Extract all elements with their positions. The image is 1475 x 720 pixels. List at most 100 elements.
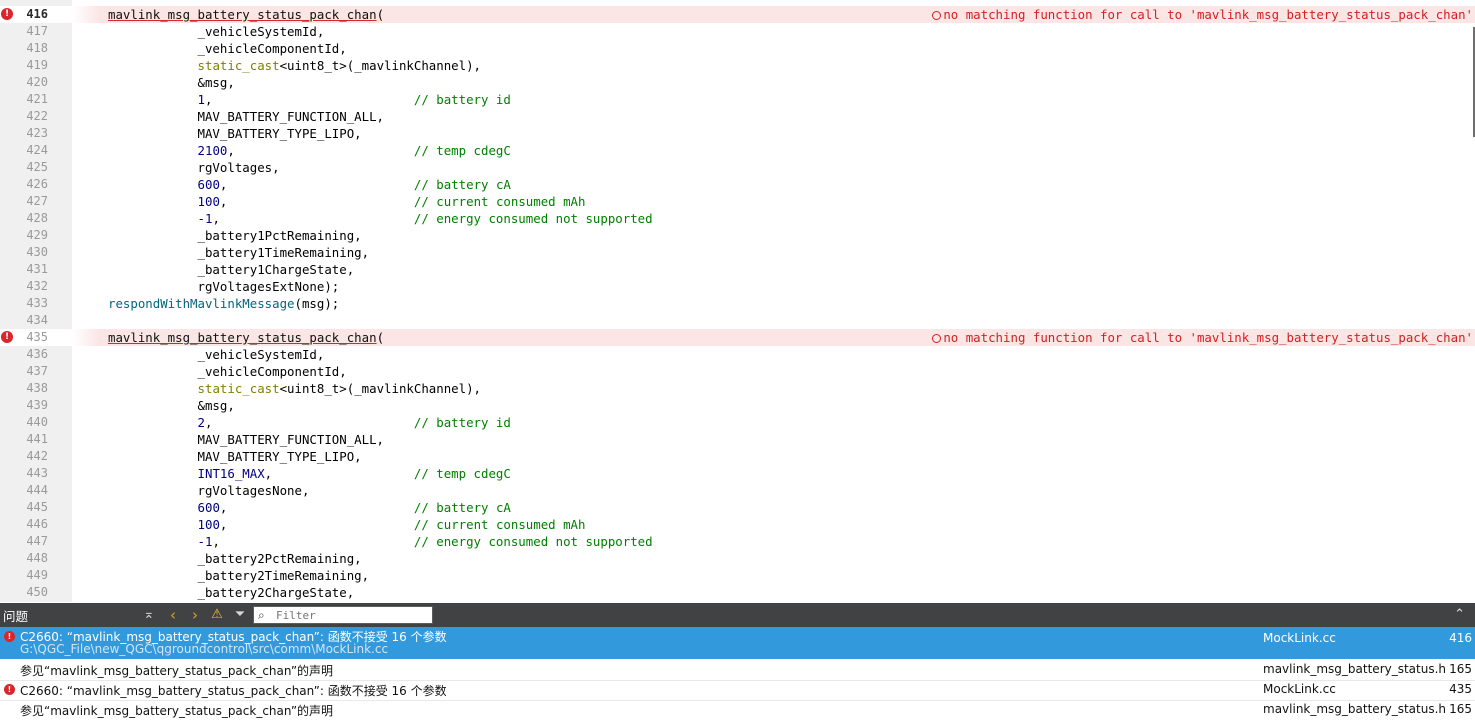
code-line[interactable]: 432 rgVoltagesExtNone); (0, 278, 1475, 295)
code-text[interactable]: 600, // battery cA (108, 176, 511, 193)
code-line[interactable]: 428 -1, // energy consumed not supported (0, 210, 1475, 227)
code-text[interactable]: _battery2ChargeState, (108, 584, 355, 601)
code-text[interactable]: static_cast<uint8_t>(_mavlinkChannel), (108, 57, 481, 74)
code-token: // current consumed mAh (413, 517, 586, 532)
warning-icon[interactable]: ⚠ (208, 606, 226, 624)
code-line[interactable]: 431 _battery1ChargeState, (0, 261, 1475, 278)
code-text[interactable]: &msg, (108, 397, 235, 414)
code-line[interactable]: 446 100, // current consumed mAh (0, 516, 1475, 533)
code-text[interactable]: respondWithMavlinkMessage(msg); (108, 295, 339, 312)
code-text[interactable]: _battery1PctRemaining, (108, 227, 362, 244)
code-line[interactable]: 444 rgVoltagesNone, (0, 482, 1475, 499)
code-text[interactable]: -1, // energy consumed not supported (108, 533, 653, 550)
code-text[interactable]: mavlink_msg_battery_status_pack_chan( (108, 329, 384, 346)
code-line[interactable]: 433 respondWithMavlinkMessage(msg); (0, 295, 1475, 312)
code-line[interactable]: ! 416 mavlink_msg_battery_status_pack_chan… (0, 6, 1475, 23)
code-token: static_cast (197, 381, 280, 396)
code-text[interactable]: 600, // battery cA (108, 499, 511, 516)
code-line[interactable]: 447 -1, // energy consumed not supported (0, 533, 1475, 550)
code-line[interactable]: 420 &msg, (0, 74, 1475, 91)
code-text[interactable]: _battery2PctRemaining, (108, 550, 362, 567)
code-text[interactable]: mavlink_msg_battery_status_pack_chan( (108, 6, 384, 23)
code-line[interactable]: 445 600, // battery cA (0, 499, 1475, 516)
code-text[interactable]: 100, // current consumed mAh (108, 193, 586, 210)
code-line[interactable]: 425 rgVoltages, (0, 159, 1475, 176)
code-text[interactable]: 2100, // temp cdegC (108, 142, 511, 159)
code-text[interactable]: _battery1TimeRemaining, (108, 244, 370, 261)
code-line[interactable]: 427 100, // current consumed mAh (0, 193, 1475, 210)
code-text[interactable]: 2, // battery id (108, 414, 511, 431)
code-line[interactable]: 437 _vehicleComponentId, (0, 363, 1475, 380)
code-line[interactable]: 424 2100, // temp cdegC (0, 142, 1475, 159)
code-line[interactable]: 418 _vehicleComponentId, (0, 40, 1475, 57)
line-number: 431 (26, 262, 48, 276)
issue-message: C2660: “mavlink_msg_battery_status_pack_… (20, 684, 447, 698)
code-text[interactable]: static_cast<uint8_t>(_mavlinkChannel), (108, 380, 481, 397)
code-line[interactable]: 439 &msg, (0, 397, 1475, 414)
code-line[interactable]: ! 435 mavlink_msg_battery_status_pack_chan… (0, 329, 1475, 346)
code-line[interactable]: 440 2, // battery id (0, 414, 1475, 431)
clean-icon[interactable]: ⌅ (140, 606, 158, 624)
code-line[interactable]: 430 _battery1TimeRemaining, (0, 244, 1475, 261)
inline-diagnostic[interactable]: no matching function for call to 'mavlin… (932, 6, 1473, 23)
code-token: , (212, 211, 414, 226)
editor-scrollbar[interactable] (1471, 0, 1475, 602)
arrow-left-icon[interactable]: ‹ (164, 606, 182, 624)
code-line[interactable]: 438 static_cast<uint8_t>(_mavlinkChannel… (0, 380, 1475, 397)
code-line[interactable]: 449 _battery2TimeRemaining, (0, 567, 1475, 584)
code-line[interactable]: 441 MAV_BATTERY_FUNCTION_ALL, (0, 431, 1475, 448)
code-text[interactable]: _vehicleSystemId, (108, 346, 325, 363)
code-line[interactable]: 436 _vehicleSystemId, (0, 346, 1475, 363)
code-text[interactable]: INT16_MAX, // temp cdegC (108, 465, 511, 482)
issue-row[interactable]: ! C2660: “mavlink_msg_battery_status_pac… (0, 681, 1475, 699)
code-text[interactable]: _battery2TimeRemaining, (108, 567, 370, 584)
code-editor[interactable]: ! 416 mavlink_msg_battery_status_pack_chan… (0, 0, 1475, 602)
code-line[interactable]: 450 _battery2ChargeState, (0, 584, 1475, 601)
code-text[interactable]: rgVoltagesNone, (108, 482, 310, 499)
issue-row[interactable]: ! C2660: “mavlink_msg_battery_status_pac… (0, 627, 1475, 659)
code-line[interactable]: 421 1, // battery id (0, 91, 1475, 108)
code-text[interactable]: MAV_BATTERY_FUNCTION_ALL, (108, 108, 385, 125)
line-number: 428 (26, 211, 48, 225)
line-number: 441 (26, 432, 48, 446)
code-line[interactable]: 442 MAV_BATTERY_TYPE_LIPO, (0, 448, 1475, 465)
arrow-right-icon[interactable]: › (186, 606, 204, 624)
code-line[interactable]: 426 600, // battery cA (0, 176, 1475, 193)
code-line[interactable]: 419 static_cast<uint8_t>(_mavlinkChannel… (0, 57, 1475, 74)
code-token: _battery1TimeRemaining, (108, 245, 370, 260)
code-text[interactable]: _vehicleSystemId, (108, 23, 325, 40)
issue-row[interactable]: 参见“mavlink_msg_battery_status_pack_chan”… (0, 701, 1475, 719)
filter-field[interactable]: ⌕ (253, 606, 433, 624)
issue-file: mavlink_msg_battery_status.h (1263, 662, 1447, 676)
code-text[interactable]: -1, // energy consumed not supported (108, 210, 653, 227)
code-line[interactable]: 429 _battery1PctRemaining, (0, 227, 1475, 244)
issue-row[interactable]: 参见“mavlink_msg_battery_status_pack_chan”… (0, 661, 1475, 679)
code-line[interactable]: 434 (0, 312, 1475, 329)
issue-file: mavlink_msg_battery_status.h (1263, 702, 1447, 716)
chevron-up-icon[interactable]: ⌃ (1454, 606, 1465, 622)
line-number: 420 (26, 75, 48, 89)
code-line[interactable]: 448 _battery2PctRemaining, (0, 550, 1475, 567)
code-text[interactable]: &msg, (108, 74, 235, 91)
code-text[interactable]: 1, // battery id (108, 91, 511, 108)
code-line[interactable]: 423 MAV_BATTERY_TYPE_LIPO, (0, 125, 1475, 142)
code-text[interactable]: _vehicleComponentId, (108, 363, 347, 380)
issues-list[interactable]: ! C2660: “mavlink_msg_battery_status_pac… (0, 627, 1475, 720)
filter-input[interactable] (276, 607, 426, 623)
code-text[interactable]: _vehicleComponentId, (108, 40, 347, 57)
code-line[interactable]: 417 _vehicleSystemId, (0, 23, 1475, 40)
filter-icon[interactable]: ⏷ (231, 606, 249, 624)
code-text[interactable]: rgVoltagesExtNone); (108, 278, 340, 295)
code-text[interactable]: MAV_BATTERY_TYPE_LIPO, (108, 448, 362, 465)
code-token: // battery id (413, 92, 511, 107)
code-text[interactable]: 100, // current consumed mAh (108, 516, 586, 533)
inline-diagnostic[interactable]: no matching function for call to 'mavlin… (932, 329, 1473, 346)
code-line[interactable]: 443 INT16_MAX, // temp cdegC (0, 465, 1475, 482)
code-line[interactable]: 422 MAV_BATTERY_FUNCTION_ALL, (0, 108, 1475, 125)
code-text[interactable]: MAV_BATTERY_TYPE_LIPO, (108, 125, 362, 142)
code-text[interactable]: _battery1ChargeState, (108, 261, 355, 278)
code-lines[interactable]: ! 416 mavlink_msg_battery_status_pack_chan… (0, 6, 1475, 601)
code-text[interactable]: rgVoltages, (108, 159, 280, 176)
code-text[interactable]: MAV_BATTERY_FUNCTION_ALL, (108, 431, 385, 448)
